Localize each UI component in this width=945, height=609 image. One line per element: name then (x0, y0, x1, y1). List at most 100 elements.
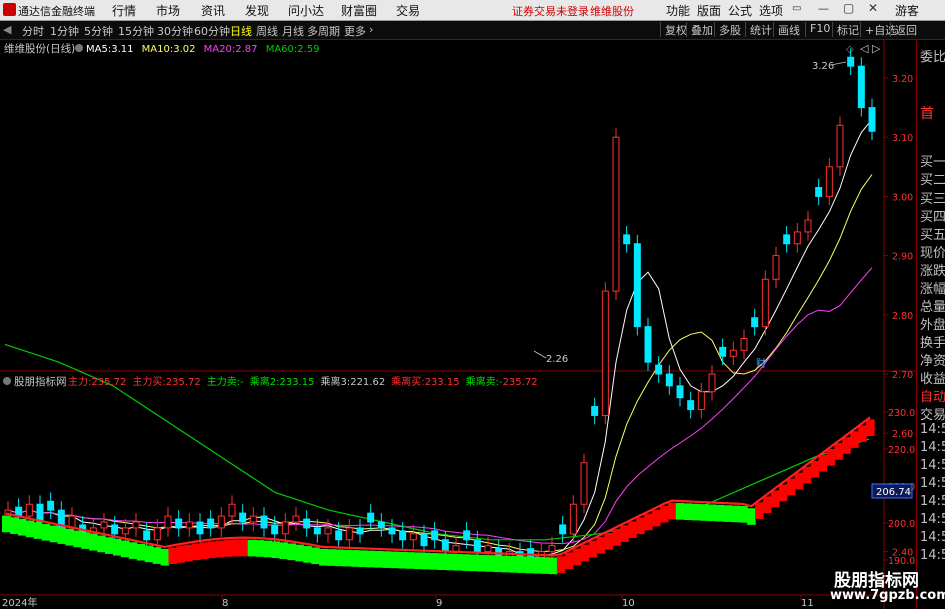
menu-item-market[interactable]: 市场 (156, 2, 180, 19)
collapse-arrow-icon[interactable]: ◁ (860, 42, 869, 55)
bar-falling (97, 535, 106, 553)
app-logo-icon (3, 3, 16, 16)
bar-falling (691, 503, 701, 521)
bar-falling (327, 549, 336, 566)
settings-dot-icon[interactable] (75, 44, 83, 52)
window-icon[interactable]: ▭ (792, 3, 801, 14)
panel-label-trade[interactable]: 交易 (920, 404, 945, 423)
ma5-line (7, 119, 873, 557)
period-1min[interactable]: 1分钟 (50, 23, 79, 39)
bar-falling (525, 556, 534, 574)
bar-rising (667, 502, 677, 520)
period-5min[interactable]: 5分钟 (84, 23, 113, 39)
bar-rising (636, 517, 645, 535)
period-weekly[interactable]: 周线 (256, 23, 278, 39)
toolbar-multi-stock[interactable]: 多股 (714, 22, 741, 37)
bar-falling (469, 554, 479, 572)
bar-falling (57, 527, 67, 544)
bar-falling (675, 503, 685, 520)
candle-down (441, 539, 449, 553)
toolbar-draw[interactable]: 画线 (773, 22, 800, 37)
maximize-icon[interactable]: ▢ (843, 1, 854, 15)
more-chevron-icon[interactable]: › (369, 23, 373, 36)
candle-up (121, 527, 129, 535)
candle-down (239, 512, 247, 523)
bar-falling (747, 508, 756, 525)
minimize-icon[interactable]: — (818, 2, 829, 15)
candle-down (356, 527, 364, 535)
toolbar-back[interactable]: 返回 (890, 22, 917, 37)
period-more[interactable]: 更多 (344, 23, 366, 39)
bar-rising (223, 540, 233, 557)
period-multi[interactable]: 多周期 (307, 23, 340, 39)
menu-layout[interactable]: 版面 (697, 2, 721, 19)
x-label-nov: 11 (801, 598, 814, 609)
menu-guest[interactable]: 游客 (895, 2, 919, 19)
bar-falling (112, 538, 122, 556)
panel-label-change: 涨跌 (920, 264, 945, 279)
candle-up (793, 231, 801, 245)
menu-formula[interactable]: 公式 (728, 2, 752, 19)
toolbar-mark[interactable]: 标记 (832, 22, 859, 37)
x-label-year: 2024年 (2, 596, 37, 609)
finance-marker[interactable]: 财 (756, 357, 766, 370)
bar-rising (794, 472, 804, 490)
y-tick-label: 3.10 (892, 133, 913, 144)
menu-item-wealth[interactable]: 财富圈 (341, 2, 377, 19)
diamond-icon[interactable]: ◇ (846, 44, 854, 55)
panel-time: 14:56 (920, 548, 945, 563)
y-tick-label: 200.0 (888, 519, 915, 530)
bar-falling (707, 504, 717, 522)
panel-time: 14:56 (920, 512, 945, 527)
menu-bar: 通达信金融终端 行情 市场 资讯 发现 问小达 财富圈 交易 证券交易未登录 维… (0, 0, 945, 21)
menu-item-quotes[interactable]: 行情 (112, 2, 136, 19)
panel-label-auto[interactable]: 自动 (920, 386, 945, 405)
period-60min[interactable]: 60分钟 (194, 23, 230, 39)
candle-down (623, 234, 631, 245)
menu-item-discover[interactable]: 发现 (245, 2, 269, 19)
period-daily[interactable]: 日线 (230, 23, 252, 39)
toolbar-stats[interactable]: 统计 (745, 22, 772, 37)
bar-rising (866, 419, 875, 437)
menu-options[interactable]: 选项 (759, 2, 783, 19)
candle-down (633, 243, 641, 328)
toolbar-overlay[interactable]: 叠加 (686, 22, 713, 37)
toolbar-adjust[interactable]: 复权 (660, 22, 687, 37)
candle-up (708, 373, 716, 393)
chart-area[interactable]: 维维股份(日线) MA5:3.11 MA10:3.02 MA20:2.87 MA… (0, 40, 916, 609)
bar-falling (485, 555, 495, 572)
close-icon[interactable]: ✕ (868, 1, 878, 15)
bar-falling (374, 550, 384, 568)
bar-falling (723, 505, 732, 522)
bar-falling (683, 503, 693, 521)
login-warning[interactable]: 证券交易未登录 (512, 3, 589, 19)
menu-item-ask[interactable]: 问小达 (288, 2, 324, 19)
bar-rising (826, 449, 835, 466)
candle-up (761, 278, 769, 328)
candle-down (207, 518, 215, 529)
bar-falling (311, 547, 320, 565)
bar-falling (120, 540, 130, 558)
expand-arrow-icon[interactable]: ▷ (872, 42, 881, 55)
toolbar-f10[interactable]: F10 (805, 22, 830, 37)
sub-settings-dot-icon[interactable] (3, 377, 11, 385)
bar-falling (533, 556, 542, 574)
bar-falling (699, 504, 709, 521)
bar-rising (564, 552, 574, 570)
period-monthly[interactable]: 月线 (282, 23, 304, 39)
period-15min[interactable]: 15分钟 (118, 23, 154, 39)
panel-label-pct: 涨幅 (920, 282, 945, 297)
bar-falling (422, 552, 431, 570)
period-tick[interactable]: 分时 (22, 23, 44, 39)
collapse-icon[interactable]: ◀ (3, 23, 11, 36)
menu-item-trade[interactable]: 交易 (396, 2, 420, 19)
period-30min[interactable]: 30分钟 (157, 23, 193, 39)
panel-label-volume: 总量 (920, 300, 945, 315)
bar-falling (390, 551, 399, 569)
panel-time: 14:56 (920, 476, 945, 491)
menu-function[interactable]: 功能 (666, 2, 690, 19)
menu-item-news[interactable]: 资讯 (201, 2, 225, 19)
bar-rising (786, 478, 796, 496)
panel-time: 14:56 (920, 458, 945, 473)
bar-rising (802, 466, 812, 484)
